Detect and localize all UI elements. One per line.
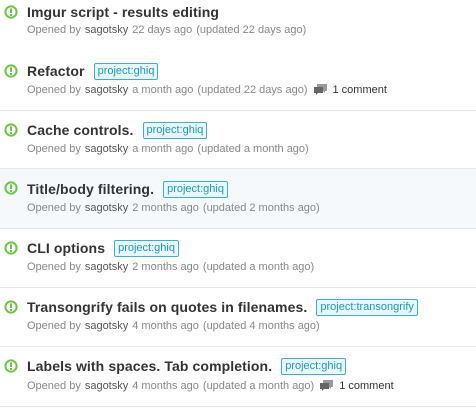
issue-title-line: CLI options project:ghiq xyxy=(27,239,179,257)
issue-meta: Opened by sagotsky 22 days ago (updated … xyxy=(27,24,306,36)
updated-age: (updated 4 months ago) xyxy=(202,320,320,332)
issue-opened-icon xyxy=(4,123,18,137)
comment-count[interactable]: 1 comment xyxy=(313,84,387,96)
issue-row[interactable]: Cache controls. project:ghiq Opened by s… xyxy=(0,111,476,169)
issue-label[interactable]: project:transongrify xyxy=(316,298,418,316)
updated-age: (updated a month ago) xyxy=(197,143,309,155)
opened-by-text: Opened by xyxy=(27,84,81,96)
author-link[interactable]: sagotsky xyxy=(85,380,128,392)
author-link[interactable]: sagotsky xyxy=(85,143,128,155)
issue-meta: Opened by sagotsky 4 months ago (updated… xyxy=(27,380,394,392)
issue-meta: Opened by sagotsky 2 months ago (updated… xyxy=(27,261,314,273)
issue-opened-icon xyxy=(4,5,18,19)
opened-by-text: Opened by xyxy=(27,202,81,214)
issue-row[interactable]: Title/body filtering. project:ghiq Opene… xyxy=(0,169,476,229)
updated-age: (updated 2 months ago) xyxy=(202,202,320,214)
comment-count[interactable]: 1 comment xyxy=(320,380,394,392)
issue-list: Imgur script - results editing Opened by… xyxy=(0,0,476,416)
issue-title-line: Refactor project:ghiq xyxy=(27,62,159,80)
issue-title[interactable]: Imgur script - results editing xyxy=(27,4,219,20)
issue-opened-icon xyxy=(4,181,18,195)
opened-age: a month ago xyxy=(132,143,194,155)
issue-label[interactable]: project:ghiq xyxy=(163,180,228,198)
issue-title-line: Labels with spaces. Tab completion. proj… xyxy=(27,357,347,375)
opened-age: 2 months ago xyxy=(132,202,199,214)
author-link[interactable]: sagotsky xyxy=(85,84,128,96)
issue-label[interactable]: project:ghiq xyxy=(93,62,159,80)
issue-row[interactable]: CLI options project:ghiq Opened by sagot… xyxy=(0,229,476,288)
opened-age: 22 days ago xyxy=(132,24,193,36)
issue-title[interactable]: Refactor xyxy=(27,63,85,79)
comment-icon xyxy=(320,380,334,391)
updated-age: (updated 22 days ago) xyxy=(196,24,307,36)
opened-by-text: Opened by xyxy=(27,380,81,392)
opened-by-text: Opened by xyxy=(27,24,81,36)
issue-title-line: Transongrify fails on quotes in filename… xyxy=(27,298,418,316)
opened-by-text: Opened by xyxy=(27,320,81,332)
comment-count-text: 1 comment xyxy=(339,380,394,392)
issue-meta: Opened by sagotsky a month ago (updated … xyxy=(27,84,387,96)
issue-opened-icon xyxy=(4,64,18,78)
issue-label[interactable]: project:ghiq xyxy=(142,121,208,139)
issue-row[interactable]: Refactor project:ghiq Opened by sagotsky… xyxy=(0,51,476,111)
opened-age: a month ago xyxy=(132,84,194,96)
issue-title[interactable]: Labels with spaces. Tab completion. xyxy=(27,358,272,374)
updated-age: (updated a month ago) xyxy=(202,261,315,273)
issue-opened-icon xyxy=(4,359,18,373)
issue-opened-icon xyxy=(4,300,18,314)
issue-row[interactable]: Transongrify fails on quotes in filename… xyxy=(0,288,476,347)
author-link[interactable]: sagotsky xyxy=(85,320,128,332)
opened-age: 2 months ago xyxy=(132,261,199,273)
author-link[interactable]: sagotsky xyxy=(85,202,128,214)
opened-by-text: Opened by xyxy=(27,261,81,273)
issue-row[interactable]: Imgur script - results editing Opened by… xyxy=(0,0,476,58)
opened-by-text: Opened by xyxy=(27,143,81,155)
issue-title-line: Title/body filtering. project:ghiq xyxy=(27,180,228,198)
issue-row[interactable]: Labels with spaces. Tab completion. proj… xyxy=(0,347,476,407)
author-link[interactable]: sagotsky xyxy=(85,261,128,273)
issue-title[interactable]: CLI options xyxy=(27,240,105,256)
issue-title[interactable]: Transongrify fails on quotes in filename… xyxy=(27,299,307,315)
opened-age: 4 months ago xyxy=(132,380,199,392)
updated-age: (updated a month ago) xyxy=(202,380,315,392)
issue-title[interactable]: Title/body filtering. xyxy=(27,181,154,197)
issue-meta: Opened by sagotsky 4 months ago (updated… xyxy=(27,320,320,332)
issue-label[interactable]: project:ghiq xyxy=(114,239,179,257)
comment-count-text: 1 comment xyxy=(332,84,387,96)
issue-meta: Opened by sagotsky 2 months ago (updated… xyxy=(27,202,320,214)
issue-title[interactable]: Cache controls. xyxy=(27,122,134,138)
opened-age: 4 months ago xyxy=(132,320,199,332)
issue-title-line: Cache controls. project:ghiq xyxy=(27,121,208,139)
author-link[interactable]: sagotsky xyxy=(85,24,128,36)
issue-meta: Opened by sagotsky a month ago (updated … xyxy=(27,143,309,155)
updated-age: (updated 22 days ago) xyxy=(197,84,308,96)
issue-opened-icon xyxy=(4,241,18,255)
issue-title-line: Imgur script - results editing xyxy=(27,3,219,21)
issue-label[interactable]: project:ghiq xyxy=(281,357,347,375)
comment-icon xyxy=(313,84,327,95)
